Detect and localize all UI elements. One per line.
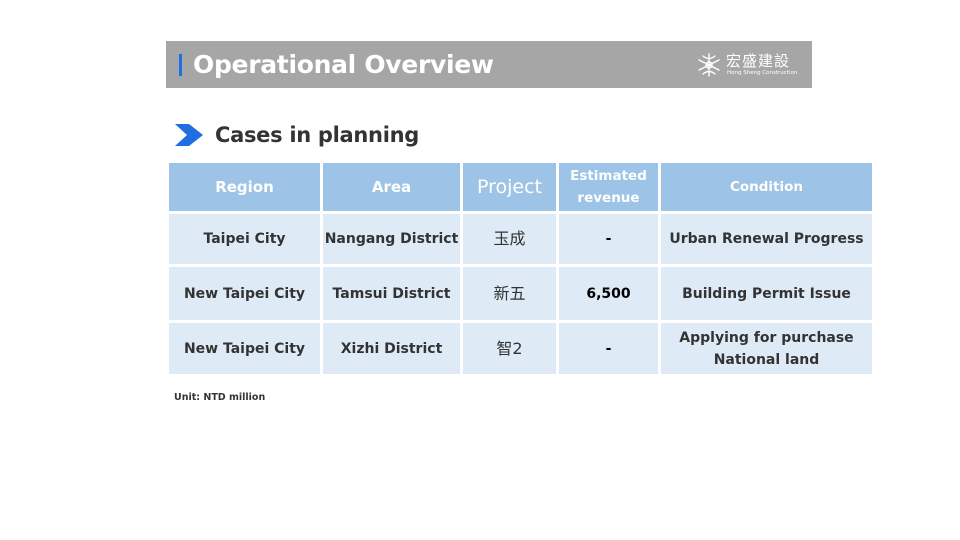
cell-area: Xizhi District [323,323,460,374]
section-heading: Cases in planning [175,121,575,149]
cases-table: Region Area Project Estimated revenue Co… [166,160,875,377]
cell-project: 智2 [463,323,556,374]
chevron-right-icon [175,124,203,146]
cell-estimated-revenue: 6,500 [559,267,658,320]
cell-area: Nangang District [323,214,460,264]
cell-condition: Urban Renewal Progress [661,214,872,264]
cell-project: 新五 [463,267,556,320]
cell-project: 玉成 [463,214,556,264]
page-title: Operational Overview [193,50,494,79]
cell-area: Tamsui District [323,267,460,320]
cell-estimated-revenue: - [559,323,658,374]
cell-region: New Taipei City [169,323,320,374]
company-logo: 宏盛建設 Hong Sheng Construction [696,52,806,78]
table-header-row: Region Area Project Estimated revenue Co… [169,163,872,211]
table-row: New Taipei City Xizhi District 智2 - Appl… [169,323,872,374]
header-estimated-revenue: Estimated revenue [559,163,658,211]
title-accent-bar [179,54,182,76]
company-logo-icon [698,53,720,77]
header-area: Area [323,163,460,211]
header-project: Project [463,163,556,211]
header-region: Region [169,163,320,211]
table-row: New Taipei City Tamsui District 新五 6,500… [169,267,872,320]
section-title: Cases in planning [215,123,419,147]
header-condition: Condition [661,163,872,211]
cell-estimated-revenue: - [559,214,658,264]
cell-condition: Applying for purchase National land [661,323,872,374]
logo-english-name: Hong Sheng Construction [727,70,798,76]
logo-chinese-name: 宏盛建設 [726,52,791,70]
cell-condition: Building Permit Issue [661,267,872,320]
title-bar: Operational Overview 宏盛建設 Hong Sheng Con… [166,41,812,88]
cell-region: Taipei City [169,214,320,264]
unit-footnote: Unit: NTD million [174,392,266,403]
table-row: Taipei City Nangang District 玉成 - Urban … [169,214,872,264]
cell-region: New Taipei City [169,267,320,320]
